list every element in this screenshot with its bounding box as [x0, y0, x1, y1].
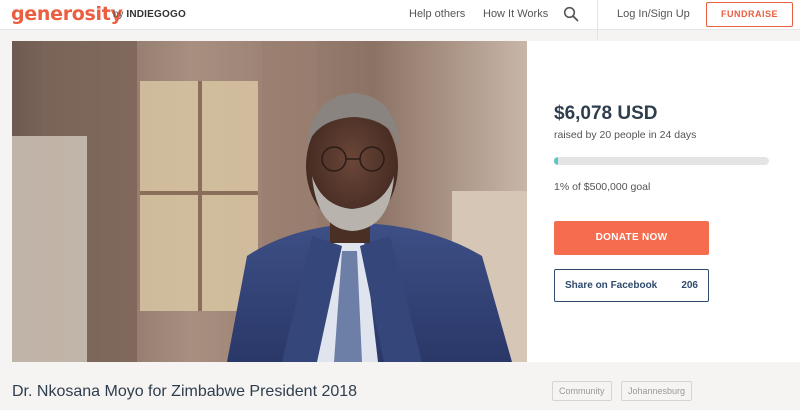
donate-now-button[interactable]: DONATE NOW: [554, 221, 709, 255]
goal-progress-fill: [554, 157, 559, 165]
indiegogo-brand: INDIEGOGO: [126, 9, 186, 20]
login-signup-link[interactable]: Log In/Sign Up: [617, 8, 690, 20]
tag-community[interactable]: Community: [552, 381, 612, 401]
donation-panel: $6,078 USD raised by 20 people in 24 day…: [527, 41, 800, 362]
goal-progress-bar: [554, 157, 769, 165]
share-count: 206: [681, 280, 698, 291]
generosity-logo[interactable]: generosity: [11, 3, 123, 25]
by-label: by: [113, 9, 124, 20]
tag-johannesburg[interactable]: Johannesburg: [621, 381, 693, 401]
share-facebook-button[interactable]: Share on Facebook 206: [554, 269, 709, 302]
byline: by INDIEGOGO: [113, 9, 186, 20]
goal-text: 1% of $500,000 goal: [554, 181, 651, 193]
fundraise-button[interactable]: FUNDRAISE: [706, 2, 793, 27]
campaign-title: Dr. Nkosana Moyo for Zimbabwe President …: [12, 383, 358, 400]
nav-help-others[interactable]: Help others: [409, 8, 465, 20]
amount-raised: $6,078 USD: [554, 103, 658, 124]
nav-how-it-works[interactable]: How It Works: [483, 8, 548, 20]
share-facebook-label: Share on Facebook: [565, 280, 658, 291]
campaign-hero-image: [12, 41, 527, 362]
raised-by-text: raised by 20 people in 24 days: [554, 129, 697, 141]
search-icon[interactable]: [563, 6, 579, 22]
top-navbar: generosity by INDIEGOGO Help others How …: [0, 0, 800, 40]
candidate-portrait: [12, 41, 527, 362]
nav-divider: [597, 0, 598, 40]
